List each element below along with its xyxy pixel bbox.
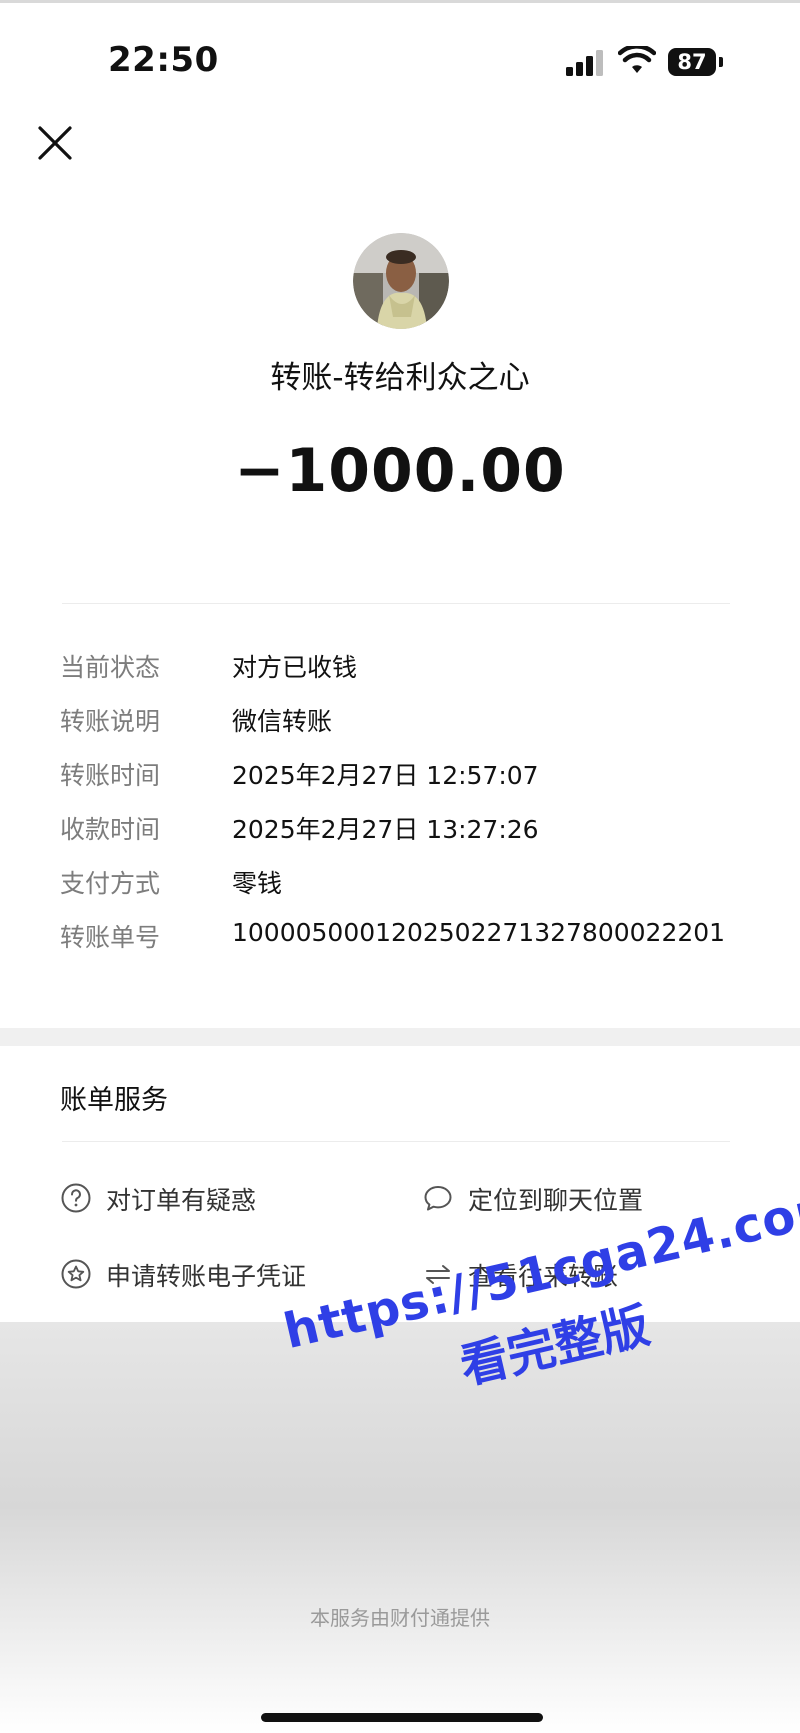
detail-label: 转账单号 (60, 923, 161, 952)
wifi-icon (618, 46, 656, 73)
service-label: 申请转账电子凭证 (106, 1262, 307, 1291)
detail-row-payment-method: 支付方式 零钱 (0, 864, 800, 904)
status-time: 22:50 (108, 40, 219, 80)
detail-value: 对方已收钱 (232, 653, 358, 682)
avatar (353, 233, 449, 329)
service-label: 对订单有疑惑 (106, 1186, 257, 1215)
detail-row-status: 当前状态 对方已收钱 (0, 648, 800, 688)
detail-row-order-number: 转账单号 100005000120250227132780002220​1 (0, 918, 800, 958)
detail-label: 支付方式 (60, 869, 161, 898)
detail-value: 2025年2月27日 13:27:26 (232, 815, 539, 844)
service-label: 定位到聊天位置 (468, 1186, 644, 1215)
star-badge-icon (61, 1259, 91, 1289)
detail-value: 微信转账 (232, 707, 333, 736)
divider (62, 1141, 730, 1142)
detail-row-note: 转账说明 微信转账 (0, 702, 800, 742)
bill-services-title: 账单服务 (60, 1085, 168, 1116)
detail-row-transfer-time: 转账时间 2025年2月27日 12:57:07 (0, 756, 800, 796)
close-icon[interactable] (34, 122, 76, 164)
battery-icon: 87 (668, 48, 716, 76)
detail-label: 转账时间 (60, 761, 161, 790)
divider (62, 603, 730, 604)
transfer-amount: −1000.00 (234, 436, 566, 506)
home-indicator[interactable] (261, 1713, 543, 1722)
question-circle-icon (61, 1183, 91, 1213)
section-separator (0, 1028, 800, 1046)
cellular-signal-icon (566, 50, 606, 76)
provider-text: 本服务由财付通提供 (310, 1606, 490, 1630)
detail-label: 转账说明 (60, 707, 161, 736)
detail-label: 收款时间 (60, 815, 161, 844)
battery-cap (719, 57, 723, 67)
chat-bubble-icon (424, 1186, 452, 1211)
detail-label: 当前状态 (60, 653, 161, 682)
transfer-title: 转账-转给利众之心 (270, 360, 530, 396)
detail-value: 零钱 (232, 869, 283, 898)
detail-row-receive-time: 收款时间 2025年2月27日 13:27:26 (0, 810, 800, 850)
detail-value: 2025年2月27日 12:57:07 (232, 761, 539, 790)
status-bar: 22:50 87 (0, 0, 800, 110)
detail-value[interactable]: 100005000120250227132780002220​1 (232, 918, 725, 947)
